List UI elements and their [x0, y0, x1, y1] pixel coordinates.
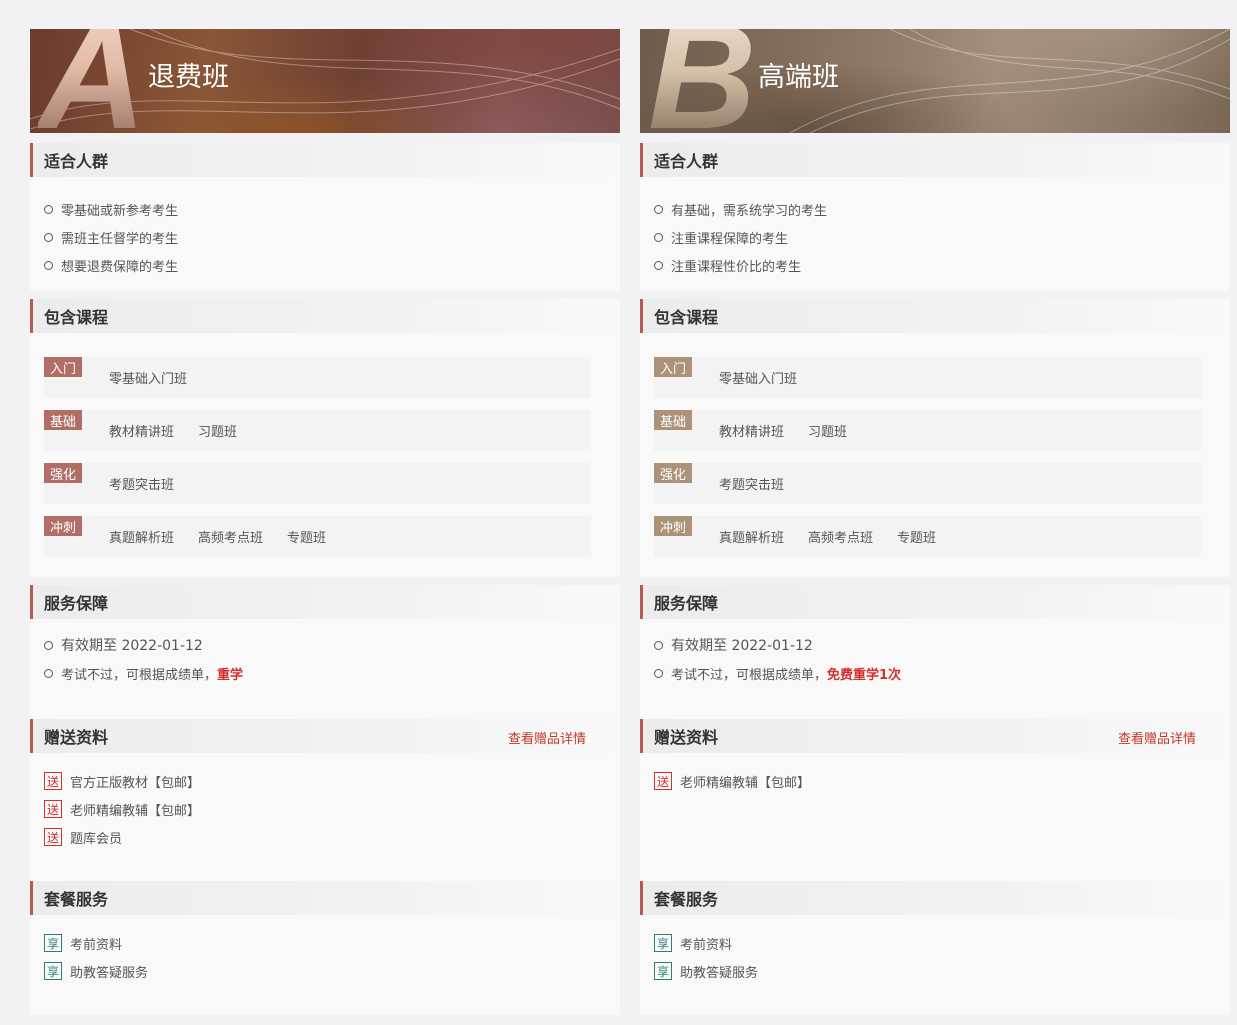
course-tag: 冲刺	[654, 516, 692, 536]
course-item[interactable]: 教材精讲班	[719, 421, 784, 440]
gift-icon: 送	[44, 772, 62, 790]
course-item[interactable]: 专题班	[897, 527, 936, 546]
section-heading: 服务保障	[30, 585, 620, 619]
course-item[interactable]: 考题突击班	[109, 474, 174, 493]
gift-icon: 送	[44, 800, 62, 818]
plan-column-a: A 退费班 适合人群 零基础或新参考考生 需班主任督学的考生 想要退费保障的考生…	[30, 29, 620, 1015]
package-item: 享助教答疑服务	[654, 957, 1230, 985]
gift-item: 送题库会员	[44, 823, 620, 851]
validity-text: 有效期至 2022-01-12	[671, 638, 813, 654]
gift-item: 送老师精编教辅【包邮】	[44, 795, 620, 823]
bullet-icon	[654, 668, 663, 678]
course-item[interactable]: 真题解析班	[719, 527, 784, 546]
service-icon: 享	[44, 962, 62, 980]
gift-icon: 送	[44, 828, 62, 846]
courses-card: 包含课程 入门 零基础入门班 基础 教材精讲班 习题班 强化 考题突击班 冲刺 真…	[30, 299, 620, 577]
course-item[interactable]: 真题解析班	[109, 527, 174, 546]
section-heading: 适合人群	[30, 143, 620, 177]
course-item[interactable]: 高频考点班	[808, 527, 873, 546]
service-card: 服务保障 有效期至 2022-01-12 考试不过，可根据成绩单， 重学 赠送资料…	[30, 585, 620, 1015]
package-item: 享考前资料	[654, 929, 1230, 957]
service-card: 服务保障 有效期至 2022-01-12 考试不过，可根据成绩单， 免费重学1次 …	[640, 585, 1230, 1015]
section-heading: 赠送资料 查看赠品详情	[640, 719, 1230, 753]
course-item[interactable]: 零基础入门班	[109, 368, 187, 387]
package-item: 享考前资料	[44, 929, 620, 957]
list-item: 有效期至 2022-01-12	[44, 631, 620, 659]
gift-item: 送官方正版教材【包邮】	[44, 767, 620, 795]
bullet-icon	[44, 260, 53, 270]
bullet-icon	[654, 260, 663, 270]
section-heading: 赠送资料 查看赠品详情	[30, 719, 620, 753]
gift-item: 送老师精编教辅【包邮】	[654, 767, 1230, 795]
bullet-icon	[654, 204, 663, 214]
audience-card: 适合人群 有基础，需系统学习的考生 注重课程保障的考生 注重课程性价比的考生	[640, 143, 1230, 291]
validity-text: 有效期至 2022-01-12	[61, 638, 203, 654]
plan-banner: A 退费班	[30, 29, 620, 133]
bullet-icon	[44, 640, 53, 650]
plan-letter: A	[38, 29, 146, 133]
list-item: 需班主任督学的考生	[44, 223, 620, 251]
list-item: 考试不过，可根据成绩单， 重学	[44, 659, 620, 687]
package-item: 享助教答疑服务	[44, 957, 620, 985]
list-item: 零基础或新参考考生	[44, 195, 620, 223]
course-item[interactable]: 教材精讲班	[109, 421, 174, 440]
bullet-icon	[44, 668, 53, 678]
course-item[interactable]: 专题班	[287, 527, 326, 546]
retake-highlight: 免费重学1次	[827, 667, 902, 683]
audience-card: 适合人群 零基础或新参考考生 需班主任督学的考生 想要退费保障的考生	[30, 143, 620, 291]
course-tag: 冲刺	[44, 516, 82, 536]
list-item: 有效期至 2022-01-12	[654, 631, 1230, 659]
retake-highlight: 重学	[217, 667, 244, 683]
bullet-icon	[44, 204, 53, 214]
section-heading: 适合人群	[640, 143, 1230, 177]
course-row: 冲刺 真题解析班 高频考点班 专题班	[44, 516, 591, 557]
section-heading: 服务保障	[640, 585, 1230, 619]
service-icon: 享	[44, 934, 62, 952]
course-tag: 入门	[44, 357, 82, 377]
section-heading: 包含课程	[30, 299, 620, 333]
list-item: 考试不过，可根据成绩单， 免费重学1次	[654, 659, 1230, 687]
course-row: 强化 考题突击班	[654, 463, 1201, 504]
course-row: 入门 零基础入门班	[654, 357, 1201, 398]
course-tag: 基础	[44, 410, 82, 430]
list-item: 有基础，需系统学习的考生	[654, 195, 1230, 223]
list-item: 想要退费保障的考生	[44, 251, 620, 279]
course-item[interactable]: 零基础入门班	[719, 368, 797, 387]
course-tag: 强化	[44, 463, 82, 483]
bullet-icon	[654, 232, 663, 242]
section-heading: 套餐服务	[30, 881, 620, 915]
course-row: 冲刺 真题解析班 高频考点班 专题班	[654, 516, 1201, 557]
section-heading: 套餐服务	[640, 881, 1230, 915]
plan-banner: B 高端班	[640, 29, 1230, 133]
section-heading: 包含课程	[640, 299, 1230, 333]
plan-title: 高端班	[758, 62, 839, 93]
course-item[interactable]: 习题班	[198, 421, 237, 440]
course-tag: 基础	[654, 410, 692, 430]
course-item[interactable]: 习题班	[808, 421, 847, 440]
list-item: 注重课程保障的考生	[654, 223, 1230, 251]
course-tag: 入门	[654, 357, 692, 377]
gift-details-link[interactable]: 查看赠品详情	[1118, 728, 1196, 747]
course-item[interactable]: 考题突击班	[719, 474, 784, 493]
list-item: 注重课程性价比的考生	[654, 251, 1230, 279]
service-icon: 享	[654, 962, 672, 980]
gift-details-link[interactable]: 查看赠品详情	[508, 728, 586, 747]
course-row: 基础 教材精讲班 习题班	[44, 410, 591, 451]
service-icon: 享	[654, 934, 672, 952]
course-row: 强化 考题突击班	[44, 463, 591, 504]
plan-title: 退费班	[148, 62, 229, 93]
courses-card: 包含课程 入门 零基础入门班 基础 教材精讲班 习题班 强化 考题突击班 冲刺 真…	[640, 299, 1230, 577]
gift-icon: 送	[654, 772, 672, 790]
course-row: 基础 教材精讲班 习题班	[654, 410, 1201, 451]
bullet-icon	[654, 640, 663, 650]
course-row: 入门 零基础入门班	[44, 357, 591, 398]
plan-letter: B	[648, 29, 756, 133]
plan-column-b: B 高端班 适合人群 有基础，需系统学习的考生 注重课程保障的考生 注重课程性价…	[640, 29, 1230, 1015]
course-tag: 强化	[654, 463, 692, 483]
bullet-icon	[44, 232, 53, 242]
course-item[interactable]: 高频考点班	[198, 527, 263, 546]
